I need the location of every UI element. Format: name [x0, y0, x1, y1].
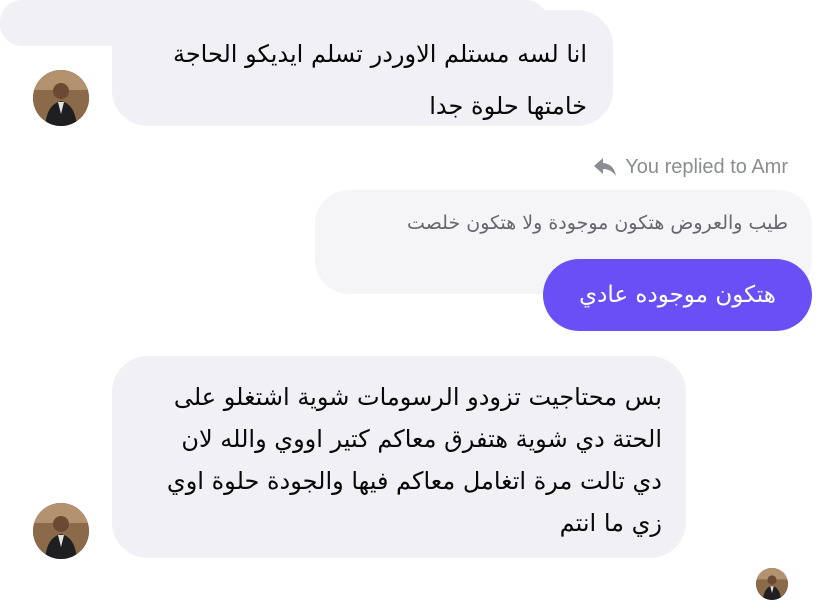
- message-thread: انا لسه مستلم الاوردر تسلم ايديكو الحاجة…: [0, 0, 828, 615]
- sender-avatar[interactable]: [33, 503, 89, 559]
- outgoing-message-text: هتكون موجوده عادي: [579, 282, 776, 308]
- reply-arrow-icon: [594, 158, 617, 176]
- message-text-line: دي تالت مرة اتغامل معاكم فيها والجودة حل…: [166, 467, 662, 495]
- outgoing-message-bubble[interactable]: هتكون موجوده عادي: [543, 259, 812, 331]
- incoming-message-bubble[interactable]: انا لسه مستلم الاوردر تسلم ايديكو الحاجة…: [112, 10, 613, 126]
- user-avatar-icon: [756, 568, 788, 600]
- reply-context-text: You replied to Amr: [625, 155, 788, 178]
- reply-context-label: You replied to Amr: [593, 152, 788, 182]
- sender-avatar[interactable]: [33, 70, 89, 126]
- message-text-line: زي ما انتم: [559, 509, 662, 537]
- quoted-message-text: طيب والعروض هتكون موجودة ولا هتكون خلصت: [407, 212, 788, 234]
- user-avatar-icon: [33, 70, 89, 126]
- seen-receipt-avatar: [756, 568, 788, 600]
- message-text-line: انا لسه مستلم الاوردر تسلم ايديكو الحاجة: [172, 40, 587, 68]
- message-text-line: الحتة دي شوية هتفرق معاكم كتير اووي والل…: [181, 425, 662, 453]
- message-text-line: بس محتاجيت تزودو الرسومات شوية اشتغلو عل…: [173, 383, 662, 411]
- incoming-message-bubble[interactable]: بس محتاجيت تزودو الرسومات شوية اشتغلو عل…: [112, 356, 686, 558]
- message-text-line: خامتها حلوة جدا: [429, 92, 587, 120]
- user-avatar-icon: [33, 503, 89, 559]
